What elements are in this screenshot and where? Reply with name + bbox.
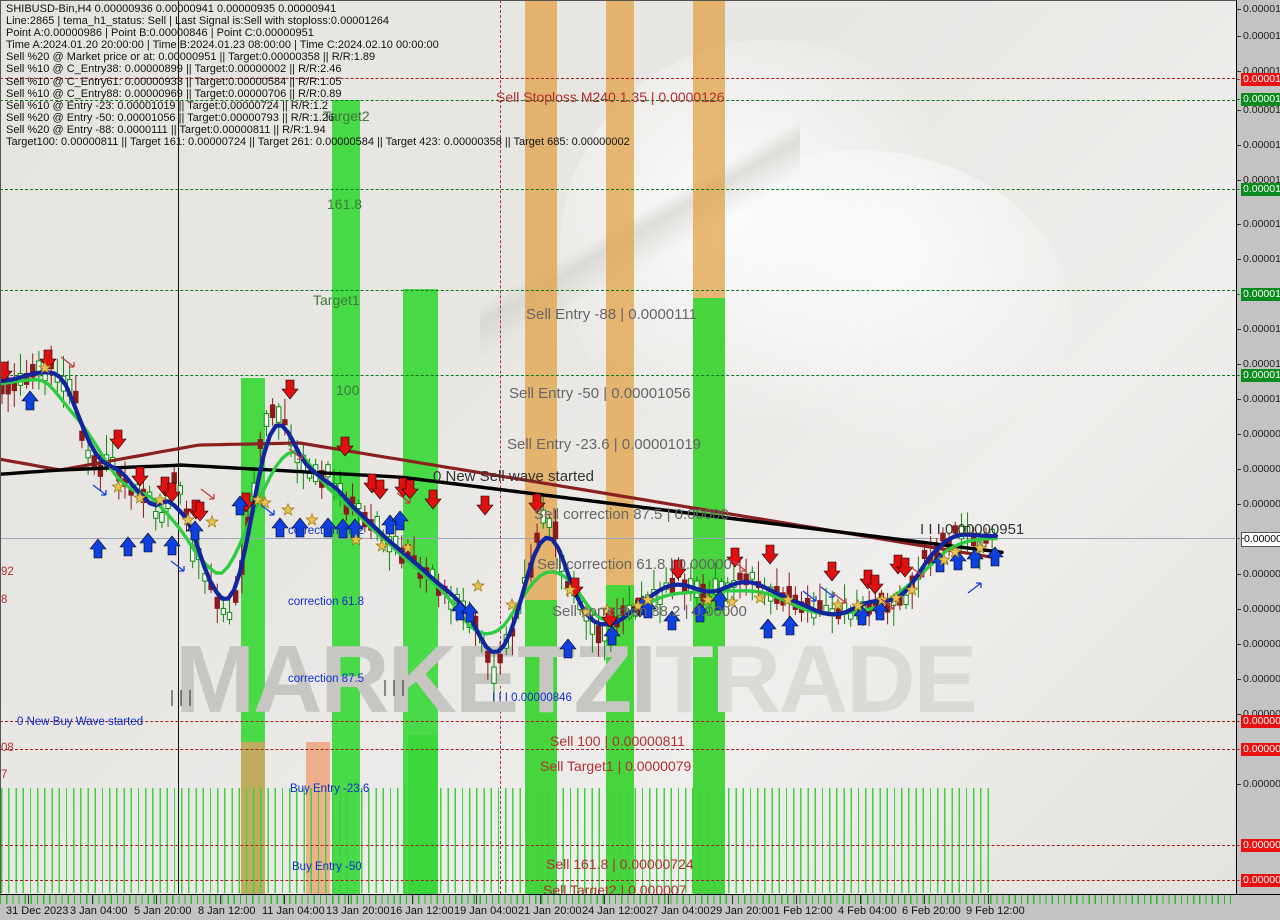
time-tick-label: 4 Feb 04:00 bbox=[838, 905, 897, 917]
axis-dash bbox=[1237, 99, 1244, 100]
time-tick-label: 24 Jan 12:00 bbox=[582, 905, 646, 917]
price-level-label: 0 New Sell wave started bbox=[433, 468, 594, 485]
header-line: Sell %20 @ Entry -50: 0.00001056 || Targ… bbox=[6, 111, 335, 124]
left-edge-label: 8 bbox=[1, 594, 8, 606]
price-tag-red: 0.0000079 bbox=[1241, 743, 1280, 756]
time-tick-mark bbox=[796, 895, 797, 904]
header-line: SHIBUSD-Bin,H4 0.00000936 0.00000941 0.0… bbox=[6, 3, 337, 15]
price-tag-green: 0.0000105 bbox=[1241, 288, 1280, 301]
header-line: Sell %20 @ Market price or at: 0.0000095… bbox=[6, 51, 376, 64]
price-tag-green: 0.0000111 bbox=[1241, 183, 1280, 196]
axis-dash bbox=[1237, 375, 1244, 376]
time-tick-label: 16 Jan 12:00 bbox=[390, 905, 454, 917]
price-level-label: Buy Entry -50 bbox=[292, 861, 362, 873]
price-tag-red: 0.0000126 bbox=[1241, 73, 1280, 86]
price-tag-red: 0.0000070 bbox=[1241, 874, 1280, 887]
trading-chart-window: MARKETZITRADE Sell Stoploss M240 1.35 | … bbox=[0, 0, 1280, 920]
axis-dash bbox=[1237, 880, 1244, 881]
header-line: Sell %10 @ C_Entry38: 0.00000899 || Targ… bbox=[6, 63, 342, 76]
price-level-label: Buy Entry -23.6 bbox=[290, 783, 370, 795]
price-level-label: correction 61.8 bbox=[288, 596, 365, 608]
price-level-label: Sell Entry -88 | 0.0000111 bbox=[526, 306, 697, 323]
header-line: Sell %10 @ Entry -23: 0.00001019 || Targ… bbox=[6, 99, 329, 112]
axis-dash bbox=[1237, 294, 1244, 295]
price-level-label: I I I 0.00000951 bbox=[920, 521, 1025, 538]
price-axis[interactable]: 0.000010.000010.000010.00001260.00001210… bbox=[1236, 0, 1280, 894]
price-level-label: Sell Entry -50 | 0.00001056 bbox=[509, 385, 691, 402]
header-line: Time A:2024.01.20 20:00:00 | Time B:2024… bbox=[6, 39, 439, 52]
axis-dash bbox=[1237, 749, 1244, 750]
time-tick-mark bbox=[284, 895, 285, 904]
axis-dash bbox=[1237, 79, 1244, 80]
time-tick-mark bbox=[476, 895, 477, 904]
chart-info-header: SHIBUSD-Bin,H4 0.00000936 0.00000941 0.0… bbox=[6, 3, 630, 148]
time-tick-label: 9 Feb 12:00 bbox=[966, 905, 1025, 917]
time-tick-label: 19 Jan 04:00 bbox=[454, 905, 518, 917]
price-tag-green: 0.0000101 bbox=[1241, 369, 1280, 382]
time-tick-mark bbox=[732, 895, 733, 904]
time-tick-mark bbox=[156, 895, 157, 904]
time-tick-mark bbox=[540, 895, 541, 904]
price-tag-red: 0.0000072 bbox=[1241, 839, 1280, 852]
chart-plot-area[interactable]: MARKETZITRADE Sell Stoploss M240 1.35 | … bbox=[0, 0, 1237, 894]
time-tick-label: 1 Feb 12:00 bbox=[774, 905, 833, 917]
price-level-label: I I I 0.00000846 bbox=[492, 692, 572, 704]
price-level-label: Sell 161.8 | 0.00000724 bbox=[546, 856, 694, 872]
header-line: Sell %10 @ C_Entry88: 0.00000969 || Targ… bbox=[6, 87, 342, 100]
header-line: Sell %10 @ C_Entry61: 0.00000933 || Targ… bbox=[6, 75, 342, 88]
price-level-label: Sell 100 | 0.00000811 bbox=[550, 733, 685, 749]
price-level-label: Sell Target2 | 0.000007 bbox=[543, 882, 687, 894]
price-level-label: correction 38.2 bbox=[288, 525, 365, 537]
time-tick-label: 13 Jan 20:00 bbox=[326, 905, 390, 917]
time-axis[interactable]: 31 Dec 2023 3 Jan 04:00 5 Jan 20:00 8 Jan 1… bbox=[0, 894, 1280, 920]
price-level-label: 161.8 bbox=[327, 196, 363, 212]
left-edge-label: 7 bbox=[1, 769, 8, 781]
time-tick-label: 27 Jan 04:00 bbox=[646, 905, 710, 917]
time-tick-mark bbox=[668, 895, 669, 904]
time-tick-label: 29 Jan 20:00 bbox=[710, 905, 774, 917]
time-tick-mark bbox=[988, 895, 989, 904]
time-tick-label: 11 Jan 04:00 bbox=[262, 905, 325, 917]
time-tick-label: 6 Feb 20:00 bbox=[902, 905, 961, 917]
price-level-label: Sell correction 38.2 | 0.00000 bbox=[552, 603, 747, 620]
left-edge-label: 92 bbox=[1, 566, 14, 578]
time-axis-strip bbox=[0, 895, 1236, 904]
time-tick-label: 8 Jan 12:00 bbox=[198, 905, 256, 917]
time-tick-mark bbox=[28, 895, 29, 904]
price-level-label: 100 bbox=[336, 382, 360, 398]
price-level-label: Sell correction 61.8 | 0.00000 bbox=[537, 556, 732, 573]
header-line: Sell %20 @ Entry -88: 0.0000111 || Targe… bbox=[6, 123, 326, 136]
time-tick-mark bbox=[348, 895, 349, 904]
price-level-label: Sell correction 87.5 | 0.00000 bbox=[534, 506, 729, 523]
axis-dash bbox=[1237, 845, 1244, 846]
price-level-label: Sell Target1 | 0.0000079 bbox=[540, 758, 692, 774]
time-tick-mark bbox=[860, 895, 861, 904]
price-level-label: Target1 bbox=[313, 292, 360, 308]
axis-dash bbox=[1237, 189, 1244, 190]
time-tick-label: 3 Jan 04:00 bbox=[70, 905, 128, 917]
time-tick-label: 21 Jan 20:00 bbox=[518, 905, 582, 917]
time-tick-mark bbox=[604, 895, 605, 904]
price-level-label: Sell Entry -23.6 | 0.00001019 bbox=[507, 436, 702, 453]
time-tick-label: 5 Jan 20:00 bbox=[134, 905, 192, 917]
time-tick-mark bbox=[220, 895, 221, 904]
left-edge-label: 08 bbox=[1, 742, 14, 754]
header-line: Target100: 0.00000811 || Target 161: 0.0… bbox=[6, 136, 630, 149]
header-line: Point A:0.00000986 | Point B:0.00000846 … bbox=[6, 27, 314, 40]
axis-dash bbox=[1237, 721, 1244, 722]
header-line: Line:2865 | tema_h1_status: Sell | Last … bbox=[6, 15, 390, 28]
price-tag-red: 0.0000081 bbox=[1241, 715, 1280, 728]
price-level-label: 0 New Buy Wave started bbox=[17, 716, 144, 728]
time-tick-mark bbox=[92, 895, 93, 904]
price-level-label: correction 87.5 bbox=[288, 673, 365, 685]
time-tick-mark bbox=[412, 895, 413, 904]
time-tick-label: 31 Dec 2023 bbox=[6, 905, 69, 917]
price-tag-white: 0.0000095 bbox=[1241, 532, 1280, 547]
time-tick-mark bbox=[924, 895, 925, 904]
axis-dash bbox=[1237, 538, 1244, 539]
